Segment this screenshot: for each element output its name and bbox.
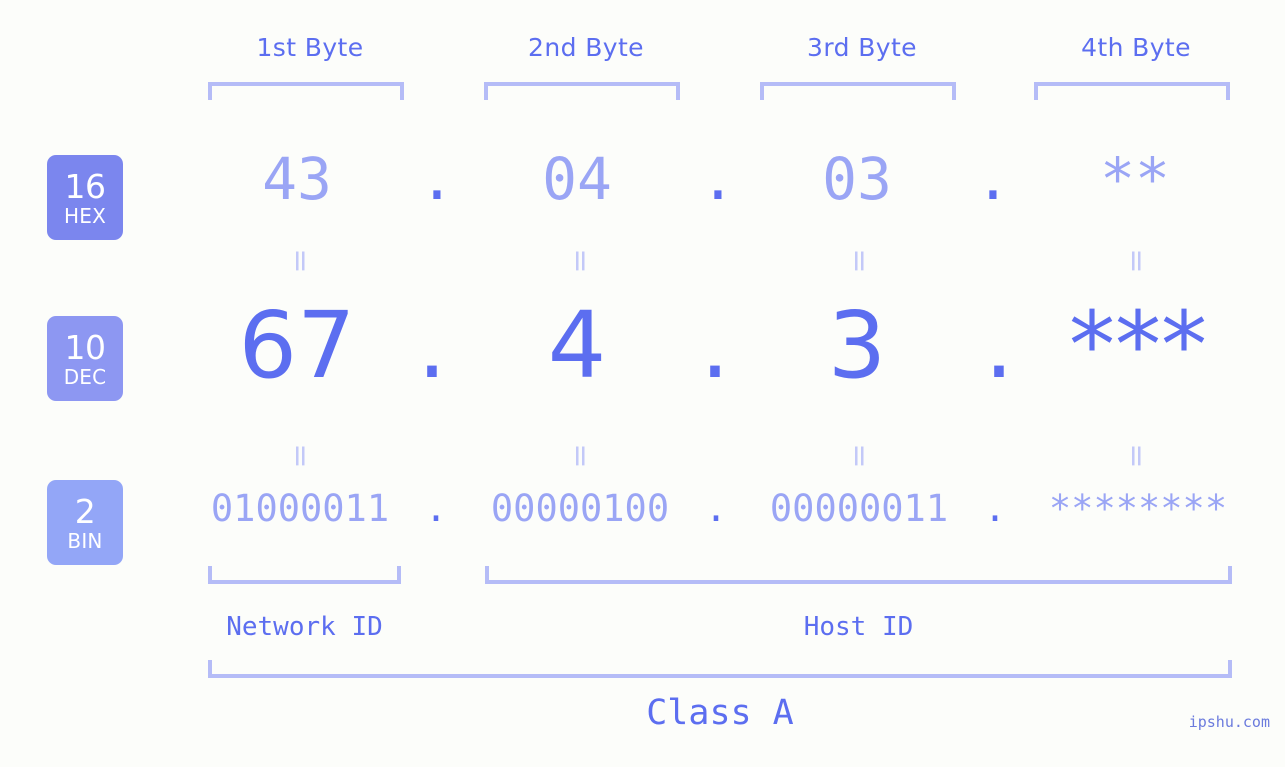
hex-separator-2: . [700, 145, 736, 213]
bin-separator-2: . [704, 487, 728, 530]
base-badge-dec-unit: DEC [63, 364, 107, 389]
base-badge-hex-number: 16 [64, 166, 107, 206]
base-badge-bin-unit: BIN [67, 528, 103, 553]
host-id-label: Host ID [803, 612, 914, 642]
base-badge-bin: 2 BIN [47, 480, 123, 565]
bin-separator-3: . [983, 487, 1007, 530]
dec-separator-3: . [984, 292, 1014, 399]
byte-bracket-top-3 [760, 82, 956, 100]
base-badge-hex: 16 HEX [47, 155, 123, 240]
network-id-label: Network ID [226, 612, 383, 642]
base-badge-hex-unit: HEX [64, 203, 106, 228]
hex-separator-3: . [975, 145, 1011, 213]
bin-byte-1: 01000011 [210, 487, 390, 530]
bin-byte-4: ******** [1048, 487, 1228, 530]
network-id-bracket [208, 566, 401, 584]
site-watermark: ipshu.com [1188, 713, 1270, 731]
bin-byte-3: 00000011 [769, 487, 949, 530]
base-badge-dec: 10 DEC [47, 316, 123, 401]
byte-bracket-top-2 [484, 82, 680, 100]
dec-separator-2: . [700, 292, 730, 399]
byte-bracket-top-4 [1034, 82, 1230, 100]
class-label: Class A [646, 693, 794, 733]
ip-address-breakdown-diagram: 1st Byte 2nd Byte 3rd Byte 4th Byte 16 H… [0, 0, 1285, 767]
byte-bracket-top-1 [208, 82, 404, 100]
byte-header-label-3: 3rd Byte [807, 33, 917, 62]
base-badge-dec-number: 10 [64, 327, 107, 367]
byte-header-label-4: 4th Byte [1081, 33, 1191, 62]
byte-header-label-1: 1st Byte [256, 33, 364, 62]
base-badge-bin-number: 2 [74, 491, 96, 531]
byte-header-label-2: 2nd Byte [528, 33, 644, 62]
bin-byte-2: 00000100 [490, 487, 670, 530]
bin-separator-1: . [424, 487, 448, 530]
class-bracket [208, 660, 1232, 678]
hex-separator-1: . [419, 145, 455, 213]
host-id-bracket [485, 566, 1232, 584]
dec-separator-1: . [417, 292, 447, 399]
